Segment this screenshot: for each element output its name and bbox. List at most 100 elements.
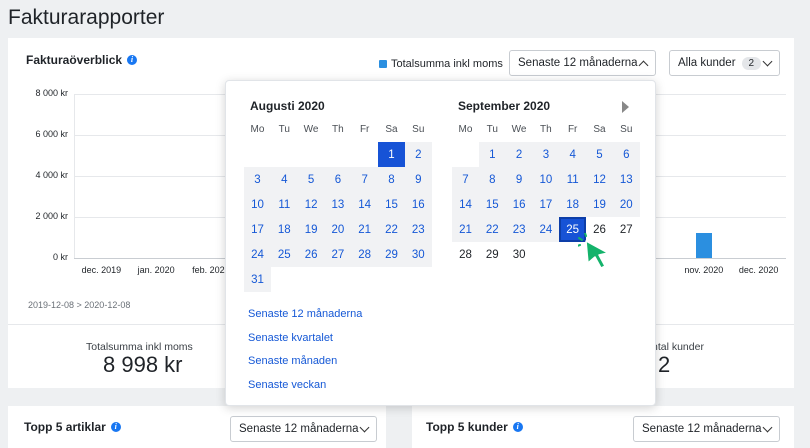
quick-range-12-months[interactable]: Senaste 12 månaderna xyxy=(248,308,362,320)
chevron-down-icon xyxy=(762,422,773,432)
x-tick-label: jan. 2020 xyxy=(137,265,175,275)
customers-period-value: Senaste 12 månaderna xyxy=(642,423,762,435)
calendar-day[interactable]: 14 xyxy=(351,192,378,217)
calendar-day[interactable]: 22 xyxy=(479,217,506,242)
calendar-day[interactable]: 9 xyxy=(506,167,533,192)
customer-select[interactable]: Alla kunder 2 xyxy=(669,50,780,76)
date-range-text: 2019-12-08 > 2020-12-08 xyxy=(28,300,131,310)
calendar-day[interactable]: 10 xyxy=(244,192,271,217)
calendar-day[interactable]: 3 xyxy=(244,167,271,192)
calendar-day[interactable]: 31 xyxy=(244,267,271,292)
calendar-day[interactable]: 29 xyxy=(378,242,405,267)
overview-title-row: Fakturaöverblick i xyxy=(26,53,138,67)
calendar-day[interactable]: 2 xyxy=(405,142,432,167)
info-icon[interactable]: i xyxy=(127,55,138,65)
calendar-day[interactable]: 22 xyxy=(378,217,405,242)
calendar-day[interactable]: 16 xyxy=(506,192,533,217)
weekday-label: Mo xyxy=(458,124,473,135)
calendar-day[interactable]: 14 xyxy=(452,192,479,217)
quick-range-week[interactable]: Senaste veckan xyxy=(248,379,326,391)
calendar-day[interactable]: 7 xyxy=(452,167,479,192)
period-select-value: Senaste 12 månaderna xyxy=(518,57,638,69)
month-title-september: September 2020 xyxy=(458,99,551,113)
calendar-day[interactable]: 21 xyxy=(452,217,479,242)
calendar-day[interactable]: 13 xyxy=(613,167,640,192)
next-month-arrow-icon[interactable] xyxy=(622,101,629,113)
calendar-day[interactable]: 17 xyxy=(532,192,559,217)
calendar-day[interactable]: 27 xyxy=(324,242,351,267)
calendar-day[interactable]: 11 xyxy=(271,192,298,217)
calendar-day[interactable]: 21 xyxy=(351,217,378,242)
y-tick-label: 2 000 kr xyxy=(35,211,68,221)
calendar-day[interactable]: 23 xyxy=(405,217,432,242)
calendar-day[interactable]: 2 xyxy=(506,142,533,167)
calendar-day[interactable]: 9 xyxy=(405,167,432,192)
calendar-day[interactable]: 20 xyxy=(324,217,351,242)
calendar-day[interactable]: 16 xyxy=(405,192,432,217)
weekday-label: We xyxy=(511,124,527,135)
calendar-day[interactable]: 24 xyxy=(244,242,271,267)
chart-bar[interactable] xyxy=(695,233,712,258)
top-customers-card: Topp 5 kunder i Senaste 12 månaderna xyxy=(412,406,794,448)
calendar-day[interactable]: 10 xyxy=(532,167,559,192)
calendar-day[interactable]: 4 xyxy=(559,142,586,167)
calendar-day[interactable]: 4 xyxy=(271,167,298,192)
top-articles-card: Topp 5 artiklar i Senaste 12 månaderna xyxy=(8,406,386,448)
calendar-day[interactable]: 1 xyxy=(378,142,405,167)
chevron-down-icon xyxy=(762,56,773,66)
total-value: 8 998 kr xyxy=(103,352,183,377)
calendar-day[interactable]: 30 xyxy=(405,242,432,267)
chart-legend: Totalsumma inkl moms xyxy=(379,58,503,70)
calendar-day[interactable]: 25 xyxy=(271,242,298,267)
calendar-day[interactable]: 6 xyxy=(324,167,351,192)
quick-range-quarter[interactable]: Senaste kvartalet xyxy=(248,332,333,344)
calendar-day[interactable]: 18 xyxy=(271,217,298,242)
page-title: Fakturarapporter xyxy=(8,6,165,29)
calendar-day[interactable]: 18 xyxy=(559,192,586,217)
calendar-day[interactable]: 15 xyxy=(479,192,506,217)
calendar-day[interactable]: 29 xyxy=(479,242,506,267)
articles-period-select[interactable]: Senaste 12 månaderna xyxy=(230,416,377,442)
weekday-label: We xyxy=(303,124,319,135)
top-customers-title-row: Topp 5 kunder i xyxy=(426,420,523,434)
calendar-day[interactable]: 23 xyxy=(506,217,533,242)
calendar-day[interactable]: 19 xyxy=(586,192,613,217)
calendar-day[interactable]: 12 xyxy=(298,192,325,217)
calendar-day[interactable]: 13 xyxy=(324,192,351,217)
weekday-label: Fr xyxy=(567,124,578,135)
weekday-label: Tu xyxy=(278,124,290,135)
calendar-day[interactable]: 8 xyxy=(378,167,405,192)
calendar-day[interactable]: 3 xyxy=(532,142,559,167)
calendar-day[interactable]: 28 xyxy=(452,242,479,267)
weekday-label: Su xyxy=(620,124,633,135)
calendar-day[interactable]: 7 xyxy=(351,167,378,192)
calendar-day[interactable]: 30 xyxy=(506,242,533,267)
calendar-day[interactable]: 20 xyxy=(613,192,640,217)
customer-select-value: Alla kunder xyxy=(678,57,736,69)
info-icon[interactable]: i xyxy=(512,422,523,432)
info-icon[interactable]: i xyxy=(110,422,121,432)
top-customers-title: Topp 5 kunder xyxy=(426,420,508,434)
x-tick-label: dec. 2020 xyxy=(738,265,779,275)
calendar-day[interactable]: 19 xyxy=(298,217,325,242)
calendar-day[interactable]: 5 xyxy=(298,167,325,192)
customers-period-select[interactable]: Senaste 12 månaderna xyxy=(633,416,780,442)
legend-label: Totalsumma inkl moms xyxy=(391,58,503,70)
calendar-day[interactable]: 6 xyxy=(613,142,640,167)
calendar-day[interactable]: 1 xyxy=(479,142,506,167)
calendar-day[interactable]: 24 xyxy=(532,217,559,242)
period-select[interactable]: Senaste 12 månaderna xyxy=(509,50,656,76)
calendar-day[interactable]: 5 xyxy=(586,142,613,167)
calendar-day[interactable]: 11 xyxy=(559,167,586,192)
weekday-label: Sa xyxy=(385,124,398,135)
calendar-day[interactable]: 12 xyxy=(586,167,613,192)
quick-range-month[interactable]: Senaste månaden xyxy=(248,355,337,367)
x-tick-label: nov. 2020 xyxy=(684,265,724,275)
calendar-day[interactable]: 8 xyxy=(479,167,506,192)
chevron-up-icon xyxy=(638,60,649,70)
calendar-day[interactable]: 28 xyxy=(351,242,378,267)
calendar-day[interactable]: 17 xyxy=(244,217,271,242)
calendar-day[interactable]: 15 xyxy=(378,192,405,217)
calendar-day[interactable]: 26 xyxy=(298,242,325,267)
x-tick-label: dec. 2019 xyxy=(81,265,122,275)
